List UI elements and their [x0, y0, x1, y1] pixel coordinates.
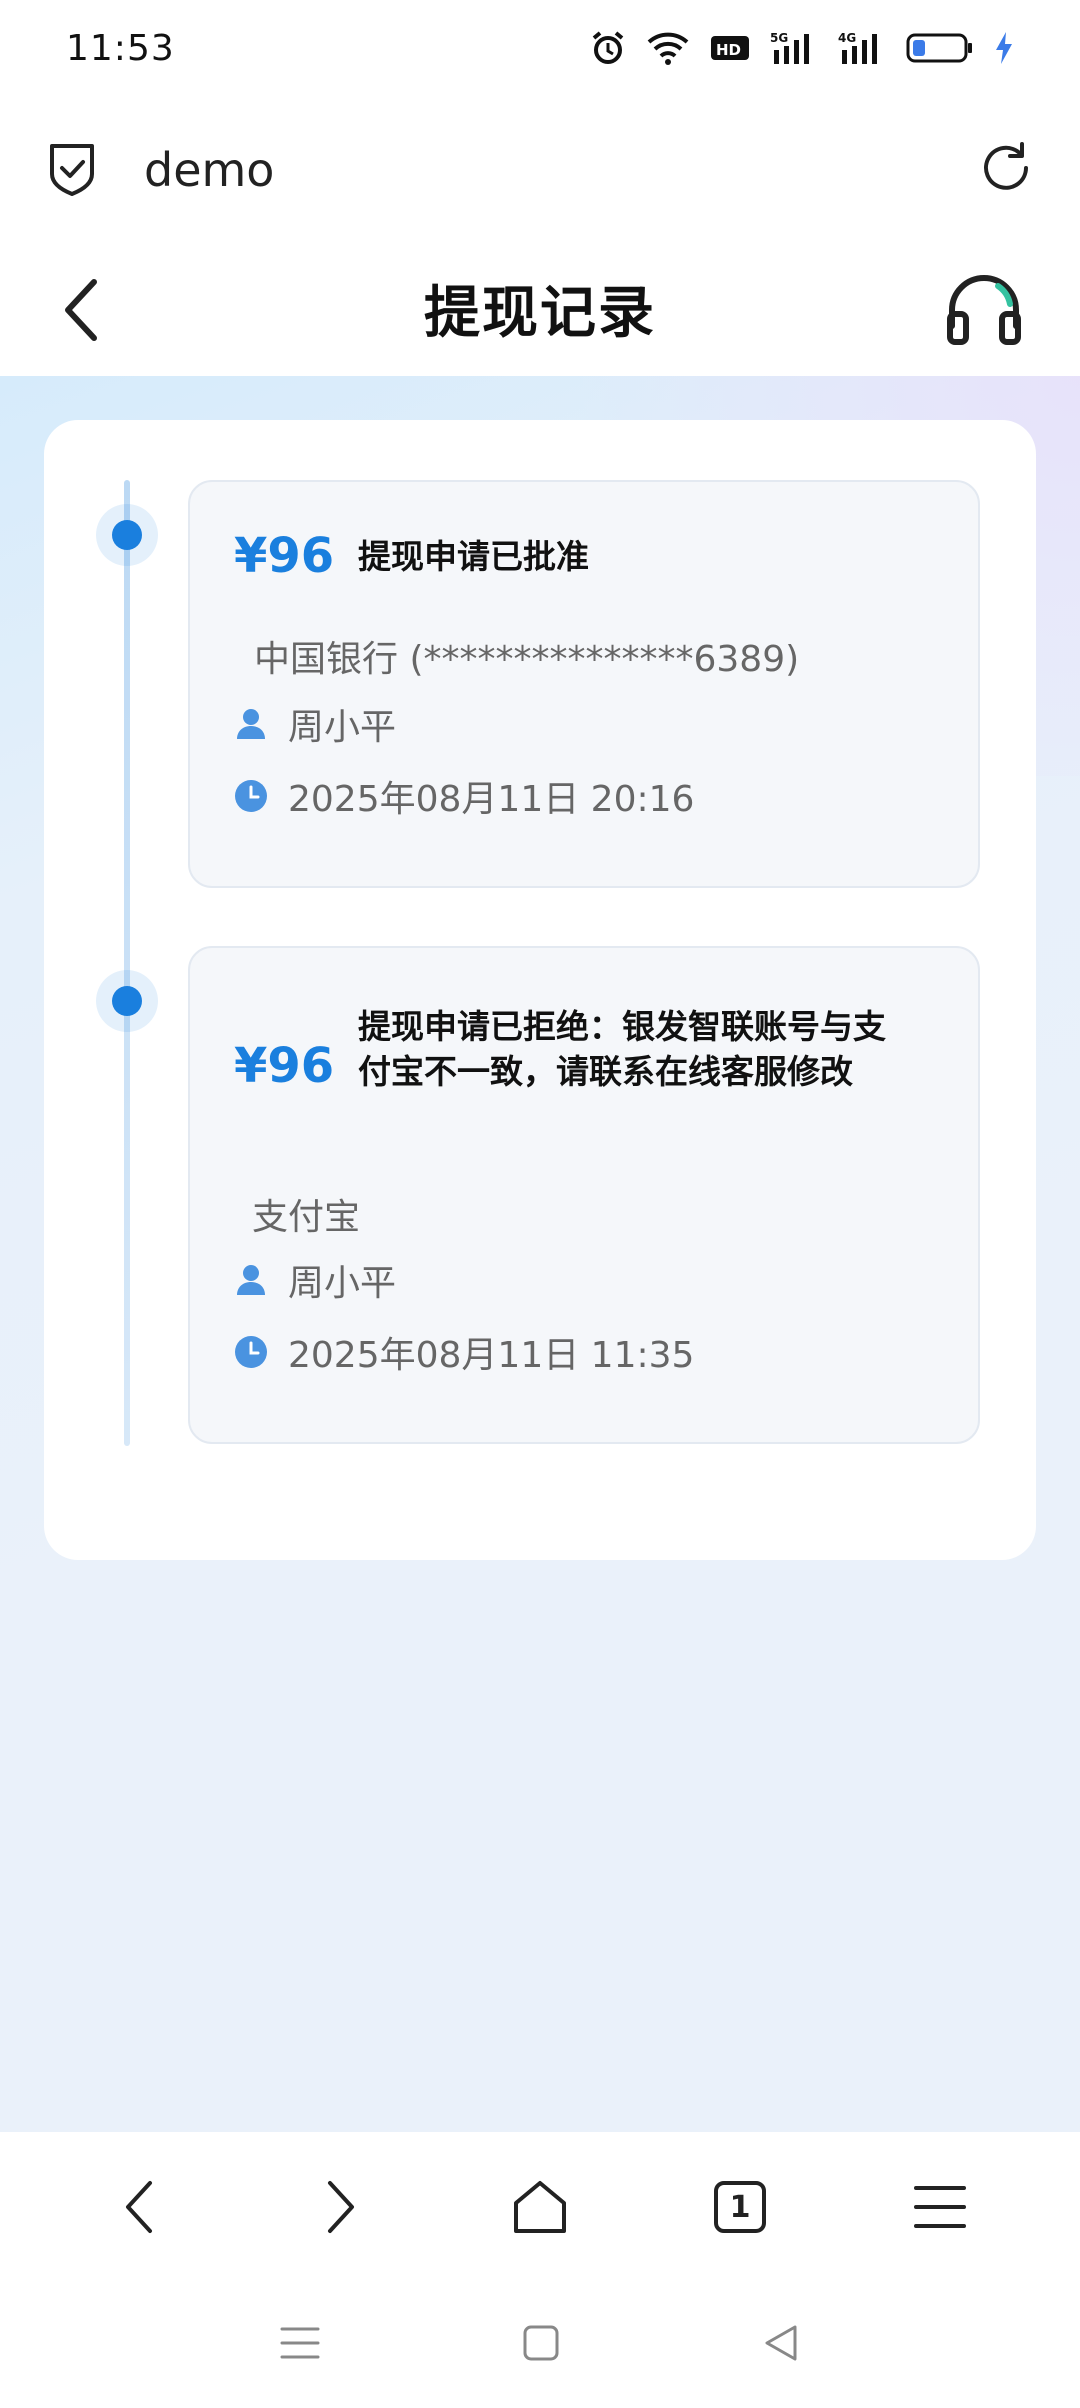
record-time-row: 2025年08月11日 11:35 [234, 1326, 694, 1378]
browser-title: demo [144, 143, 275, 197]
record-name-row: 周小平 [234, 698, 396, 750]
record-name: 周小平 [288, 1263, 397, 1304]
svg-text:HD: HD [716, 41, 741, 59]
system-nav-bar [0, 2282, 1080, 2408]
signal-4g-icon: 4G [838, 30, 886, 66]
page: 11:53 HD 5G 4G demo 提现记录 ¥96 提现申请已批准 中国银… [0, 0, 1080, 2408]
home-button[interactable] [495, 2162, 585, 2252]
status-time: 11:53 [66, 27, 175, 69]
clock-icon [234, 779, 268, 813]
status-bar: 11:53 HD 5G 4G [0, 0, 1080, 96]
back-button[interactable] [58, 278, 108, 346]
record-time: 2025年08月11日 20:16 [288, 779, 695, 820]
record-time: 2025年08月11日 11:35 [288, 1335, 695, 1376]
user-icon [234, 1263, 268, 1297]
record-time-row: 2025年08月11日 20:16 [234, 770, 694, 822]
record-name-row: 周小平 [234, 1254, 396, 1306]
timeline-dot [96, 970, 158, 1032]
browser-bottom-nav: 1 [0, 2132, 1080, 2282]
hd-icon: HD [710, 33, 750, 63]
record-account: 支付宝 [252, 1197, 361, 1238]
wifi-icon [646, 30, 690, 66]
signal-5g-icon: 5G [770, 30, 818, 66]
svg-text:4G: 4G [838, 31, 856, 45]
record-status: 提现申请已批准 [358, 537, 589, 576]
page-title: 提现记录 [424, 280, 656, 346]
system-back-icon[interactable] [761, 2323, 801, 2367]
nav-forward-button[interactable] [295, 2162, 385, 2252]
svg-text:5G: 5G [770, 31, 788, 45]
status-icons: HD 5G 4G [590, 30, 1014, 66]
withdrawal-record[interactable]: ¥96 提现申请已拒绝：银发智联账号与支付宝不一致，请联系在线客服修改 支付宝 … [188, 946, 980, 1444]
record-name: 周小平 [288, 707, 397, 748]
reload-icon[interactable] [978, 140, 1034, 200]
alarm-icon [590, 30, 626, 66]
battery-icon [906, 32, 974, 64]
record-status: 提现申请已拒绝：银发智联账号与支付宝不一致，请联系在线客服修改 [358, 1007, 886, 1091]
page-header: 提现记录 [0, 240, 1080, 376]
tab-count: 1 [729, 2189, 751, 2225]
menu-button[interactable] [895, 2162, 985, 2252]
browser-bar: demo [0, 110, 1080, 230]
headphones-icon[interactable] [944, 270, 1024, 354]
records-card: ¥96 提现申请已批准 中国银行 (***************6389) 周… [44, 420, 1036, 1560]
record-amount: ¥96 [234, 528, 335, 584]
tabs-button[interactable]: 1 [695, 2162, 785, 2252]
record-account: 中国银行 (***************6389) [254, 639, 800, 680]
charging-icon [994, 31, 1014, 65]
timeline-line [124, 480, 130, 1446]
system-home-icon[interactable] [521, 2323, 561, 2367]
user-icon [234, 707, 268, 741]
record-amount: ¥96 [234, 1038, 335, 1094]
shield-check-icon[interactable] [46, 140, 98, 200]
withdrawal-record[interactable]: ¥96 提现申请已批准 中国银行 (***************6389) 周… [188, 480, 980, 888]
recent-apps-icon[interactable] [279, 2323, 321, 2367]
clock-icon [234, 1335, 268, 1369]
nav-back-button[interactable] [95, 2162, 185, 2252]
timeline-dot [96, 504, 158, 566]
